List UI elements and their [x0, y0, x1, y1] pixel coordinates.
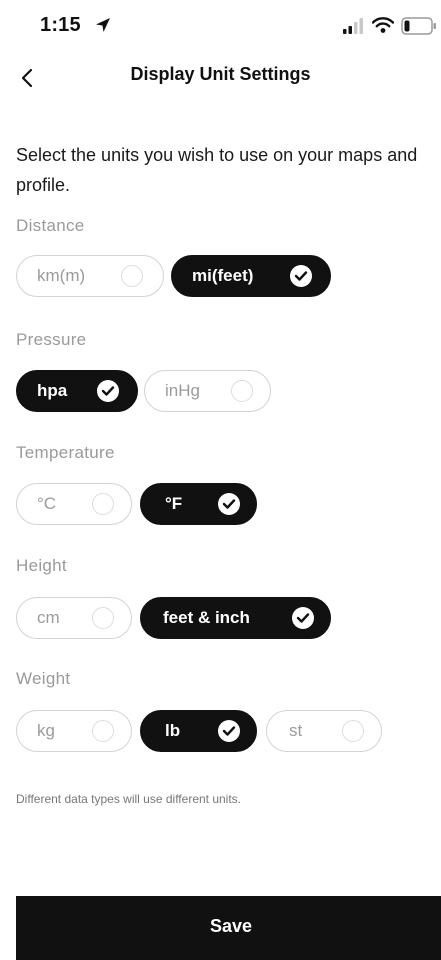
location-arrow-icon: [96, 18, 110, 32]
section-label-weight: Weight: [16, 669, 71, 688]
option-fahrenheit[interactable]: °F: [140, 483, 257, 525]
option-km[interactable]: km(m): [16, 255, 164, 297]
section-label-height: Height: [16, 556, 67, 575]
radio-unchecked-icon: [92, 607, 114, 629]
description-text: Select the units you wish to use on your…: [16, 145, 418, 195]
signal-icon: [343, 18, 363, 34]
save-button[interactable]: Save: [16, 896, 441, 960]
option-label: cm: [37, 608, 60, 627]
chevron-left-icon: [21, 68, 33, 88]
option-hpa[interactable]: hpa: [16, 370, 138, 412]
option-feet-inch[interactable]: feet & inch: [140, 597, 331, 639]
option-label: °F: [165, 494, 183, 513]
checkmark-icon: [292, 607, 314, 629]
back-button[interactable]: [10, 56, 50, 100]
option-label: inHg: [165, 381, 200, 400]
option-lb[interactable]: lb: [140, 710, 257, 752]
option-label: °C: [37, 494, 57, 513]
option-label: lb: [165, 721, 181, 740]
section-label-distance: Distance: [16, 216, 85, 235]
wifi-icon: [372, 17, 394, 33]
status-time: 1:15: [40, 14, 81, 36]
option-label: km(m): [37, 266, 86, 285]
footnote-text: Different data types will use different …: [16, 792, 242, 806]
radio-unchecked-icon: [121, 265, 143, 287]
option-st[interactable]: st: [266, 710, 382, 752]
status-bar: 1:15: [0, 0, 441, 50]
page-title: Display Unit Settings: [130, 64, 311, 84]
section-label-temperature: Temperature: [16, 443, 115, 462]
option-kg[interactable]: kg: [16, 710, 132, 752]
option-cm[interactable]: cm: [16, 597, 132, 639]
checkmark-icon: [218, 720, 240, 742]
option-celsius[interactable]: °C: [16, 483, 132, 525]
section-label-pressure: Pressure: [16, 330, 87, 349]
option-label: feet & inch: [163, 608, 250, 627]
save-button-label: Save: [209, 916, 253, 936]
option-inhg[interactable]: inHg: [144, 370, 271, 412]
checkmark-icon: [290, 265, 312, 287]
checkmark-icon: [97, 380, 119, 402]
option-label: mi(feet): [192, 266, 254, 285]
option-mi[interactable]: mi(feet): [171, 255, 331, 297]
option-label: st: [289, 721, 303, 740]
radio-unchecked-icon: [92, 720, 114, 742]
battery-icon: [401, 17, 436, 35]
radio-unchecked-icon: [231, 380, 253, 402]
checkmark-icon: [218, 493, 240, 515]
radio-unchecked-icon: [92, 493, 114, 515]
radio-unchecked-icon: [342, 720, 364, 742]
option-label: hpa: [37, 381, 68, 400]
option-label: kg: [37, 721, 55, 740]
